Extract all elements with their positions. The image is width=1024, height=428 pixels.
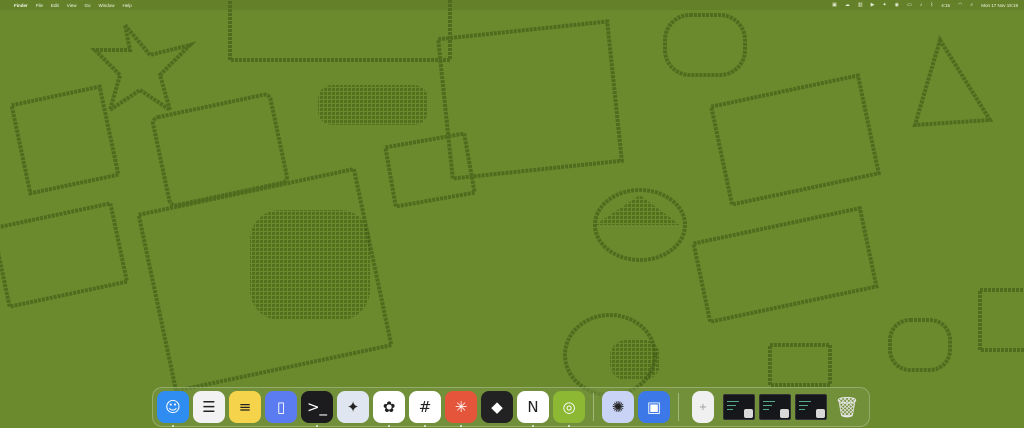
status-time-text[interactable]: 4:15 — [941, 3, 950, 8]
window-thumbnail — [795, 394, 827, 420]
control-icon[interactable]: ◉ — [895, 2, 899, 8]
dock-claude-icon[interactable]: ✳ — [445, 391, 477, 427]
menu-help[interactable]: Help — [123, 3, 132, 8]
dock-notion-icon[interactable]: N — [517, 391, 549, 427]
running-indicator — [424, 425, 426, 427]
dock-notes-icon[interactable]: ≡ — [229, 391, 261, 423]
running-indicator — [460, 425, 462, 427]
dock-minimized-window-2[interactable] — [759, 391, 791, 423]
thumbnail-line — [727, 401, 739, 402]
dock-separator — [593, 393, 594, 421]
dock-minimized-window-3[interactable] — [795, 391, 827, 423]
thumbnail-line — [763, 409, 769, 410]
running-indicator — [568, 425, 570, 427]
dock: ☺ ☰ ≡ ▯ >_ ✦ ✿ # ✳ ◆ N ◎ ✺ ▣ + 🗑 — [152, 387, 870, 427]
camera-icon[interactable]: ▣ — [832, 2, 837, 8]
running-indicator — [316, 425, 318, 427]
wifi-icon[interactable]: ◠ — [958, 2, 962, 8]
menu-bar-left: Finder File Edit View Go Window Help — [6, 3, 132, 8]
dock-reminders-icon[interactable]: ☰ — [193, 391, 225, 423]
desktop-wallpaper — [0, 0, 1024, 428]
cloud-icon[interactable]: ☁ — [845, 2, 850, 8]
bluetooth-icon[interactable]: ᛒ — [930, 2, 933, 8]
running-indicator — [388, 425, 390, 427]
menu-go[interactable]: Go — [84, 3, 90, 8]
dock-finder-icon[interactable]: ☺ — [157, 391, 189, 427]
menu-bar: Finder File Edit View Go Window Help ▣ ☁… — [0, 0, 1024, 10]
menu-file[interactable]: File — [36, 3, 43, 8]
dock-simulator-icon[interactable]: ▯ — [265, 391, 297, 423]
thumbnail-line — [763, 405, 772, 406]
dock-trash-icon[interactable]: 🗑 — [831, 391, 863, 423]
bars-icon[interactable]: ▥ — [858, 2, 863, 8]
dock-separator — [678, 393, 679, 421]
dock-spiral-app-icon[interactable]: ◎ — [553, 391, 585, 427]
menu-window[interactable]: Window — [99, 3, 115, 8]
thumbnail-line — [799, 409, 805, 410]
play-icon[interactable]: ▶ — [871, 2, 875, 8]
menu-edit[interactable]: Edit — [51, 3, 59, 8]
dock-minimized-window-1[interactable] — [723, 391, 755, 423]
dock-blender-icon[interactable]: ◆ — [481, 391, 513, 423]
running-indicator — [172, 425, 174, 427]
volume-icon[interactable]: ♪ — [920, 2, 923, 8]
running-indicator — [532, 425, 534, 427]
thumbnail-line — [763, 401, 775, 402]
window-thumbnail — [759, 394, 791, 420]
menu-view[interactable]: View — [67, 3, 77, 8]
menu-bar-right: ▣ ☁ ▥ ▶ ✦ ◉ ▭ ♪ ᛒ 4:15 ◠ ⌕ Mon 17 Nov 19… — [832, 2, 1018, 8]
search-icon[interactable]: ⌕ — [970, 2, 973, 8]
app-badge-icon — [744, 409, 753, 418]
dock-terminal-icon[interactable]: >_ — [301, 391, 333, 427]
dock-xcode-icon[interactable]: ✦ — [337, 391, 369, 423]
window-thumbnail — [723, 394, 755, 420]
dock-perplexity-icon[interactable]: ✺ — [602, 391, 634, 423]
app-badge-icon — [780, 409, 789, 418]
app-badge-icon — [816, 409, 825, 418]
dock-inbox-icon[interactable]: ▣ — [638, 391, 670, 423]
battery-icon[interactable]: ▭ — [907, 2, 912, 8]
dock-chatgpt-icon[interactable]: ✿ — [373, 391, 405, 427]
thumbnail-line — [799, 405, 808, 406]
thumbnail-line — [799, 401, 811, 402]
thumbnail-line — [727, 409, 733, 410]
menu-clock[interactable]: Mon 17 Nov 19:19 — [981, 3, 1018, 8]
dock-downloads-stack[interactable]: + — [692, 391, 714, 423]
star-icon[interactable]: ✦ — [882, 2, 886, 8]
dock-slack-icon[interactable]: # — [409, 391, 441, 427]
thumbnail-line — [727, 405, 736, 406]
menu-app-name[interactable]: Finder — [14, 3, 28, 8]
